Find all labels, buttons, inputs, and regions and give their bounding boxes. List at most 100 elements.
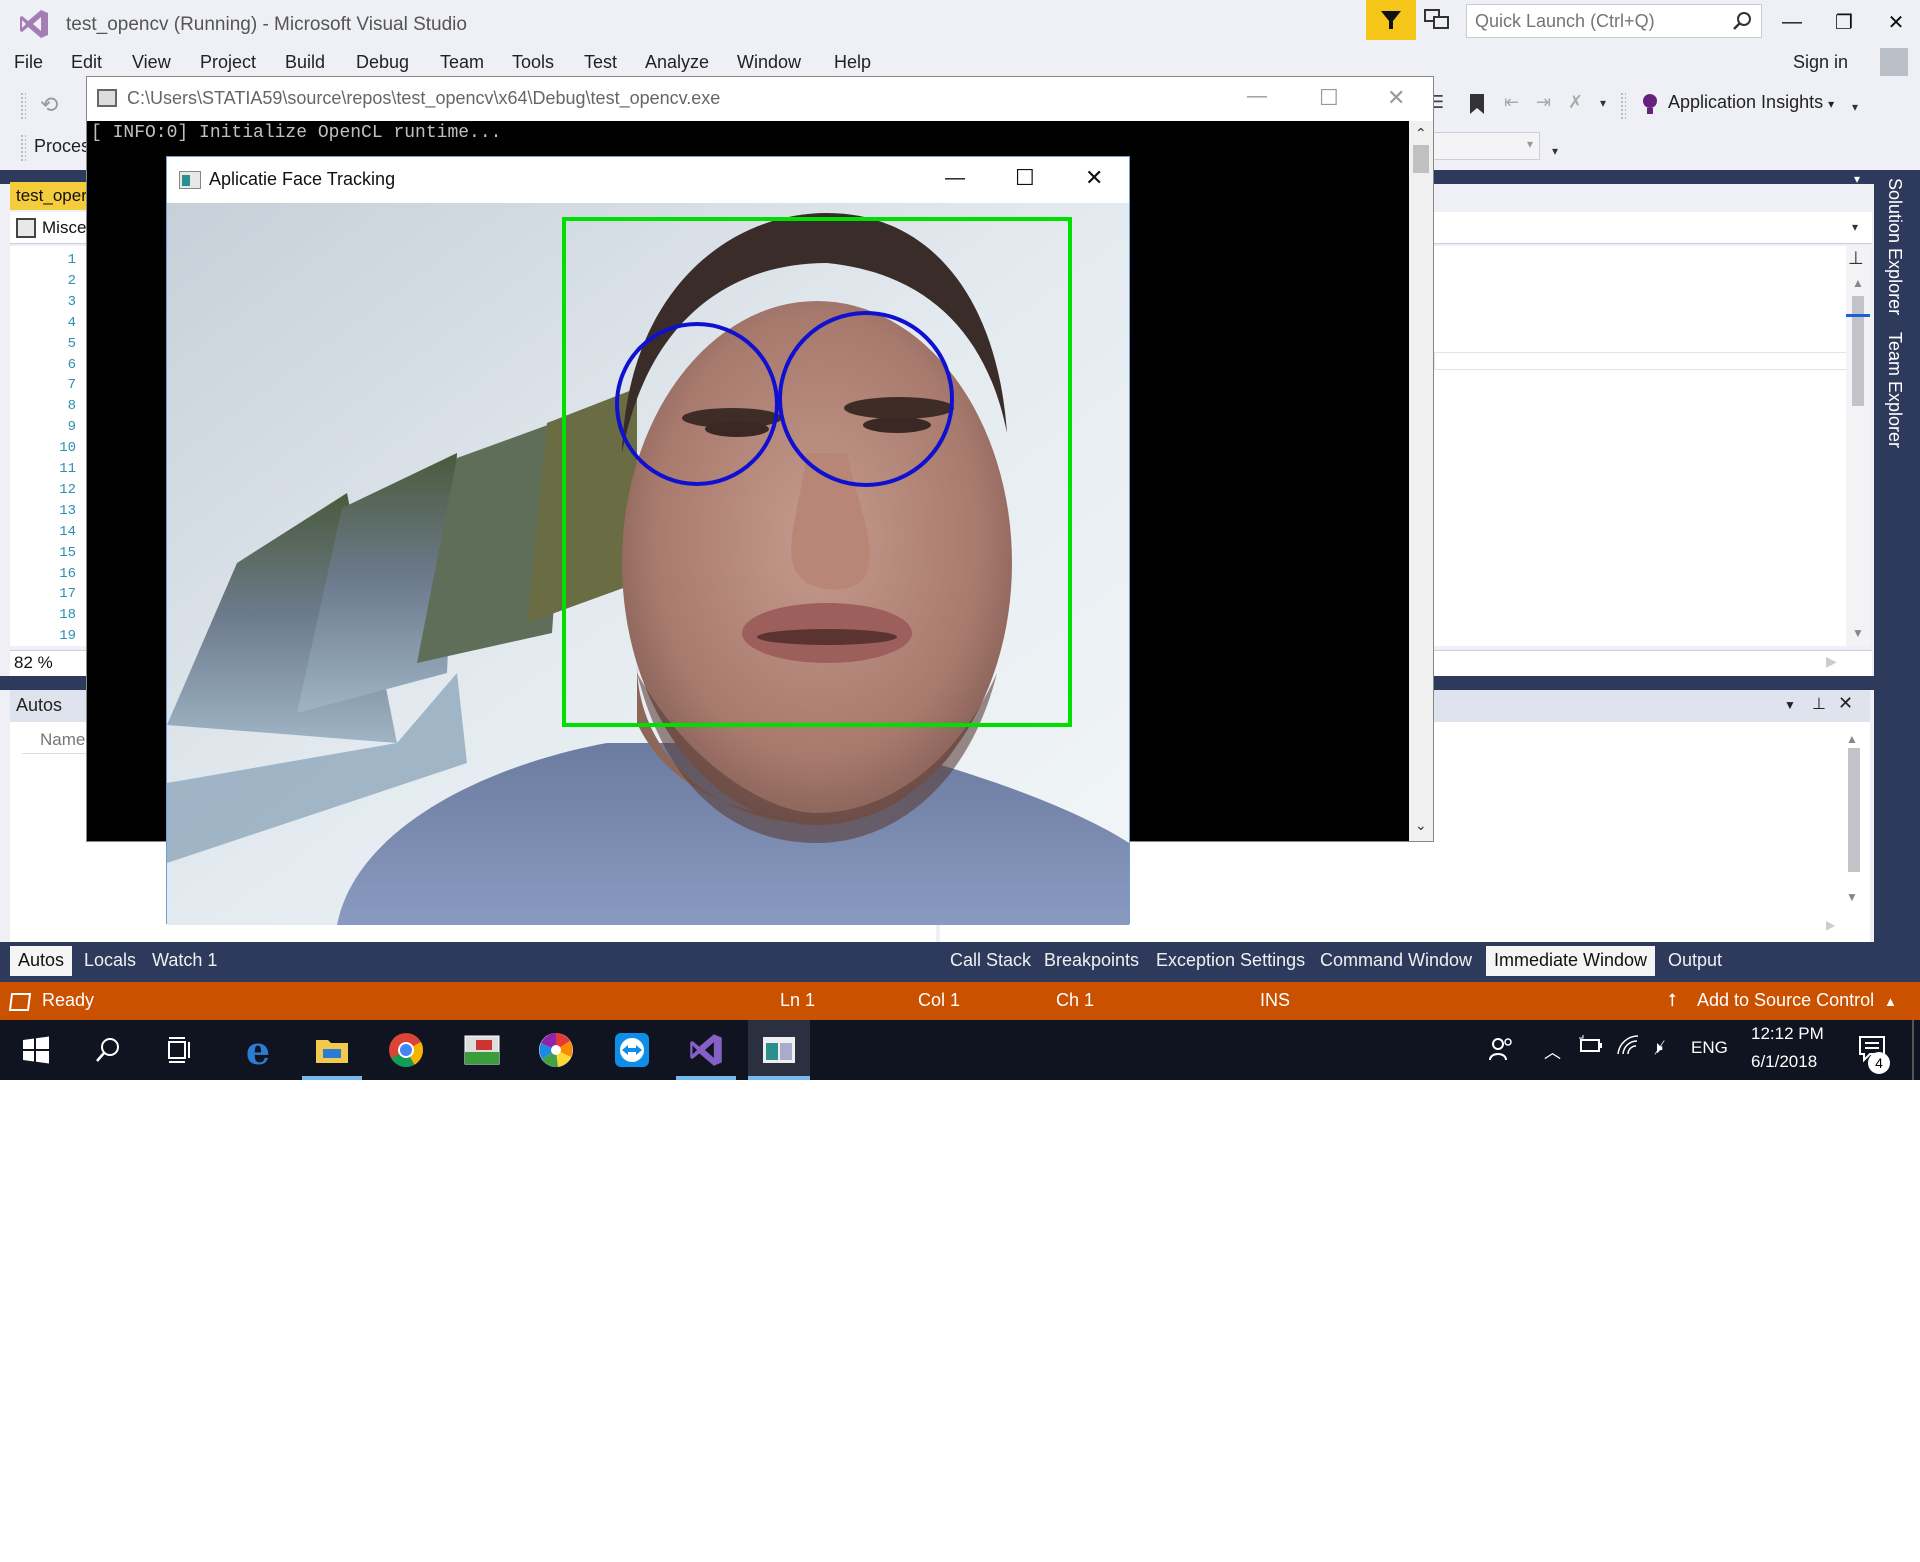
show-hidden-icons-icon[interactable]: ︿ (1544, 1038, 1561, 1063)
clock-time[interactable]: 12:12 PM (1751, 1024, 1824, 1044)
toolbar-grip-3[interactable] (20, 134, 26, 162)
next-bookmark-icon[interactable]: ⇥ (1536, 92, 1551, 113)
tab-locals[interactable]: Locals (76, 946, 144, 976)
face-minimize-button[interactable]: — (945, 167, 965, 190)
menu-team[interactable]: Team (440, 52, 484, 73)
notifications-filter-button[interactable] (1366, 0, 1416, 40)
tab-output[interactable]: Output (1660, 946, 1730, 976)
close-button[interactable]: ✕ (1874, 4, 1918, 40)
name-column-header[interactable]: Name (40, 730, 85, 750)
prev-bookmark-icon[interactable]: ⇤ (1504, 92, 1519, 113)
tab-watch-1[interactable]: Watch 1 (144, 946, 225, 976)
account-icon[interactable] (1880, 48, 1908, 76)
scroll-right-icon[interactable]: ▶ (1826, 918, 1835, 932)
task-view-icon[interactable] (160, 1030, 200, 1070)
menu-build[interactable]: Build (285, 52, 325, 73)
tab-call-stack[interactable]: Call Stack (942, 946, 1039, 976)
show-desktop-button[interactable] (1912, 1020, 1914, 1080)
menu-tools[interactable]: Tools (512, 52, 554, 73)
chevron-down-icon: ▾ (1828, 97, 1835, 111)
tab-autos[interactable]: Autos (10, 946, 73, 976)
clear-bookmarks-icon[interactable]: ✗ (1568, 92, 1583, 113)
chrome-icon[interactable] (386, 1030, 426, 1070)
back-nav-icon[interactable]: ⟲ (40, 92, 58, 118)
split-editor-icon[interactable]: ⊥ (1848, 248, 1864, 269)
scrollbar-thumb[interactable] (1852, 296, 1864, 406)
pin-icon[interactable]: ⊥ (1812, 694, 1826, 714)
picasa-icon[interactable] (536, 1030, 576, 1070)
scroll-up-icon[interactable]: ▲ (1852, 276, 1864, 290)
menu-window[interactable]: Window (737, 52, 801, 73)
tab-list-dropdown-icon[interactable]: ▾ (1854, 172, 1860, 186)
line-number: 10 (59, 440, 76, 457)
scrollbar-thumb[interactable] (1848, 748, 1860, 872)
edge-icon[interactable]: e (238, 1028, 278, 1073)
clock-date[interactable]: 6/1/2018 (1751, 1052, 1817, 1072)
quick-launch-input[interactable] (1467, 5, 1717, 37)
toolbar-overflow-icon-3[interactable]: ▾ (1552, 144, 1558, 158)
add-to-source-control[interactable]: Add to Source Control (1697, 990, 1874, 1011)
scrollbar-thumb[interactable] (1413, 145, 1429, 173)
restore-button[interactable]: ❐ (1822, 4, 1866, 40)
console-maximize-button[interactable]: ☐ (1319, 85, 1339, 111)
application-insights-button[interactable]: Application Insights ▾ (1668, 92, 1834, 113)
sign-in-link[interactable]: Sign in (1793, 52, 1848, 73)
menu-edit[interactable]: Edit (71, 52, 102, 73)
battery-icon[interactable] (1578, 1034, 1604, 1061)
toolbar-overflow-icon-2[interactable]: ▾ (1852, 100, 1858, 114)
face-maximize-button[interactable]: ☐ (1015, 165, 1035, 191)
volume-muted-icon[interactable]: 🕨̸ (1652, 1038, 1663, 1058)
opencv-window-icon[interactable] (748, 1020, 810, 1080)
scroll-down-icon[interactable]: ▼ (1846, 890, 1858, 904)
chevron-up-icon[interactable]: ▲ (1884, 994, 1897, 1009)
toolbar-grip-2[interactable] (1620, 92, 1626, 120)
people-icon[interactable] (1488, 1036, 1514, 1067)
search-icon[interactable] (1731, 10, 1753, 32)
menu-test[interactable]: Test (584, 52, 617, 73)
opencv-running-indicator (748, 1076, 810, 1080)
tab-command-window[interactable]: Command Window (1312, 946, 1480, 976)
editor-vertical-scrollbar[interactable]: ⊥ ▲ ▼ (1846, 246, 1870, 646)
start-icon[interactable] (16, 1030, 56, 1070)
minimize-button[interactable]: — (1770, 4, 1814, 40)
menu-file[interactable]: File (14, 52, 43, 73)
language-indicator[interactable]: ENG (1691, 1038, 1728, 1058)
teamviewer-icon[interactable] (612, 1030, 652, 1070)
toolbar-overflow-icon[interactable]: ▾ (1600, 96, 1606, 110)
scroll-down-icon[interactable]: ⌄ (1415, 817, 1427, 834)
document-tab[interactable]: test_oper (10, 182, 92, 210)
team-explorer-tab[interactable]: Team Explorer (1884, 332, 1905, 448)
tab-exception-settings[interactable]: Exception Settings (1148, 946, 1313, 976)
face-close-button[interactable]: ✕ (1085, 165, 1103, 191)
visual-studio-icon[interactable] (686, 1030, 726, 1070)
menu-analyze[interactable]: Analyze (645, 52, 709, 73)
wifi-icon[interactable] (1616, 1034, 1640, 1061)
photo-app-icon[interactable] (462, 1030, 502, 1070)
menu-help[interactable]: Help (834, 52, 871, 73)
solution-explorer-tab[interactable]: Solution Explorer (1884, 178, 1905, 315)
feedback-button[interactable] (1422, 6, 1456, 36)
menu-project[interactable]: Project (200, 52, 256, 73)
stack-frame-dropdown[interactable]: ▾ (1430, 132, 1540, 160)
tab-immediate-window[interactable]: Immediate Window (1486, 946, 1656, 976)
quick-launch-box[interactable] (1466, 4, 1762, 38)
scroll-up-icon[interactable]: ⌃ (1415, 125, 1427, 142)
project-dropdown-label[interactable]: Misce (42, 218, 86, 238)
window-position-dropdown-icon[interactable]: ▼ (1784, 698, 1796, 712)
menu-view[interactable]: View (132, 52, 171, 73)
console-minimize-button[interactable]: — (1247, 85, 1267, 108)
scroll-down-icon[interactable]: ▼ (1852, 626, 1864, 640)
zoom-level[interactable]: 82 % (14, 653, 53, 673)
member-dropdown-icon[interactable]: ▾ (1852, 220, 1858, 234)
tab-breakpoints[interactable]: Breakpoints (1036, 946, 1147, 976)
console-close-button[interactable]: ✕ (1387, 85, 1405, 111)
scroll-right-icon[interactable]: ▶ (1826, 653, 1837, 670)
scroll-up-icon[interactable]: ▲ (1846, 732, 1858, 746)
file-explorer-icon[interactable] (312, 1030, 352, 1070)
console-scrollbar[interactable]: ⌃ ⌄ (1409, 121, 1433, 841)
search-icon[interactable] (88, 1030, 128, 1070)
toolbar-grip[interactable] (20, 92, 26, 120)
menu-debug[interactable]: Debug (356, 52, 409, 73)
close-pane-icon[interactable]: ✕ (1838, 693, 1853, 714)
bookmark-icon[interactable] (1468, 92, 1486, 116)
